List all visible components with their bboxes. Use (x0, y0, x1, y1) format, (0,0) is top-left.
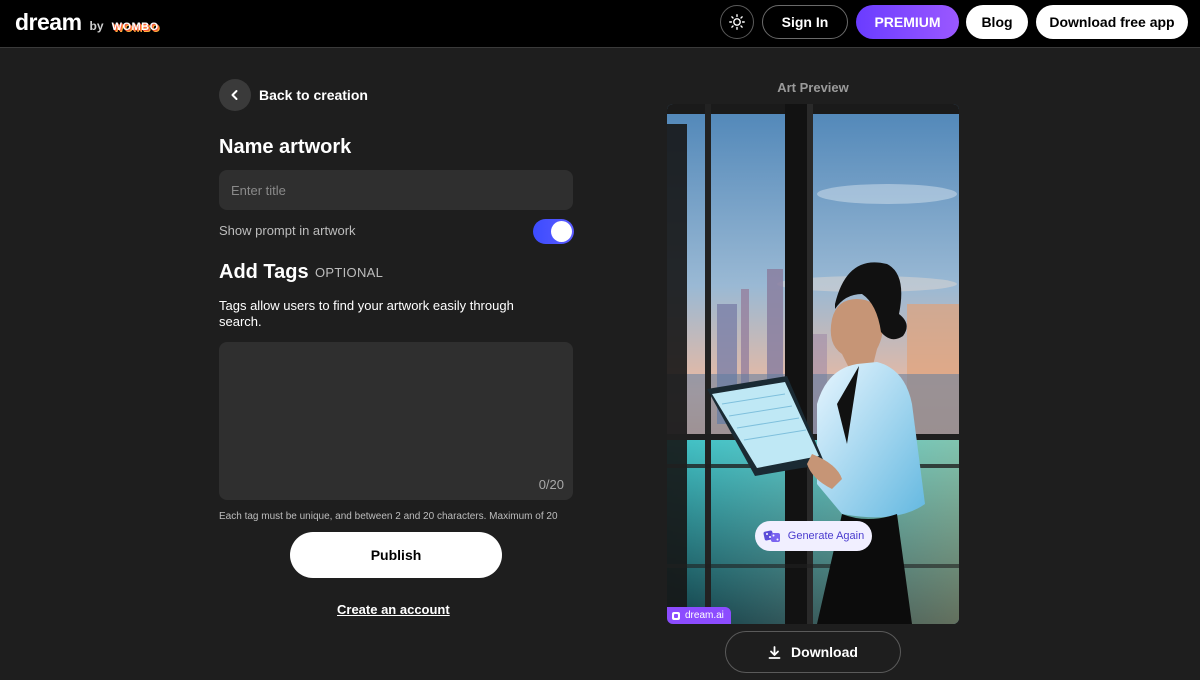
wombo-logo: WOMBO (111, 21, 159, 33)
tags-counter: 0/20 (538, 477, 564, 492)
publish-button[interactable]: Publish (290, 532, 502, 578)
art-preview-label: Art Preview (777, 80, 849, 95)
tags-input[interactable]: 0/20 (219, 342, 573, 500)
generate-again-button[interactable]: Generate Again (755, 521, 872, 551)
dream-logo-icon (672, 611, 680, 620)
chevron-left-icon (231, 90, 238, 100)
title-input[interactable] (219, 170, 573, 210)
tags-description: Tags allow users to find your artwork ea… (219, 298, 514, 329)
optional-label: OPTIONAL (315, 265, 384, 280)
sign-in-button[interactable]: Sign In (762, 5, 848, 39)
blog-button[interactable]: Blog (966, 5, 1028, 39)
show-prompt-toggle[interactable] (533, 219, 574, 244)
generate-again-label: Generate Again (787, 530, 865, 542)
dice-icon (763, 530, 780, 542)
toggle-knob (551, 221, 572, 242)
add-tags-heading: Add Tags (219, 261, 309, 283)
theme-toggle-button[interactable] (720, 5, 754, 39)
back-button[interactable] (219, 79, 251, 111)
download-icon (768, 645, 781, 659)
top-navigation-bar: dream by WOMBO Sign In PREMIUM Blog Down… (0, 0, 1200, 48)
logo-by-text: by (89, 19, 104, 33)
show-prompt-label: Show prompt in artwork (219, 223, 356, 238)
dream-logo[interactable]: dream by WOMBO (15, 9, 159, 36)
back-to-creation-link[interactable]: Back to creation (259, 87, 368, 103)
download-button[interactable]: Download (725, 631, 901, 673)
watermark-text: dream.ai (685, 610, 724, 621)
download-label: Download (791, 644, 858, 660)
dream-watermark: dream.ai (667, 607, 731, 624)
download-free-app-button[interactable]: Download free app (1036, 5, 1188, 39)
premium-button[interactable]: PREMIUM (856, 5, 959, 39)
create-account-link[interactable]: Create an account (337, 602, 450, 617)
tags-rules-note: Each tag must be unique, and between 2 a… (219, 511, 558, 522)
name-artwork-heading: Name artwork (219, 136, 352, 158)
sun-icon (729, 14, 745, 30)
logo-wordmark: dream (15, 9, 82, 35)
